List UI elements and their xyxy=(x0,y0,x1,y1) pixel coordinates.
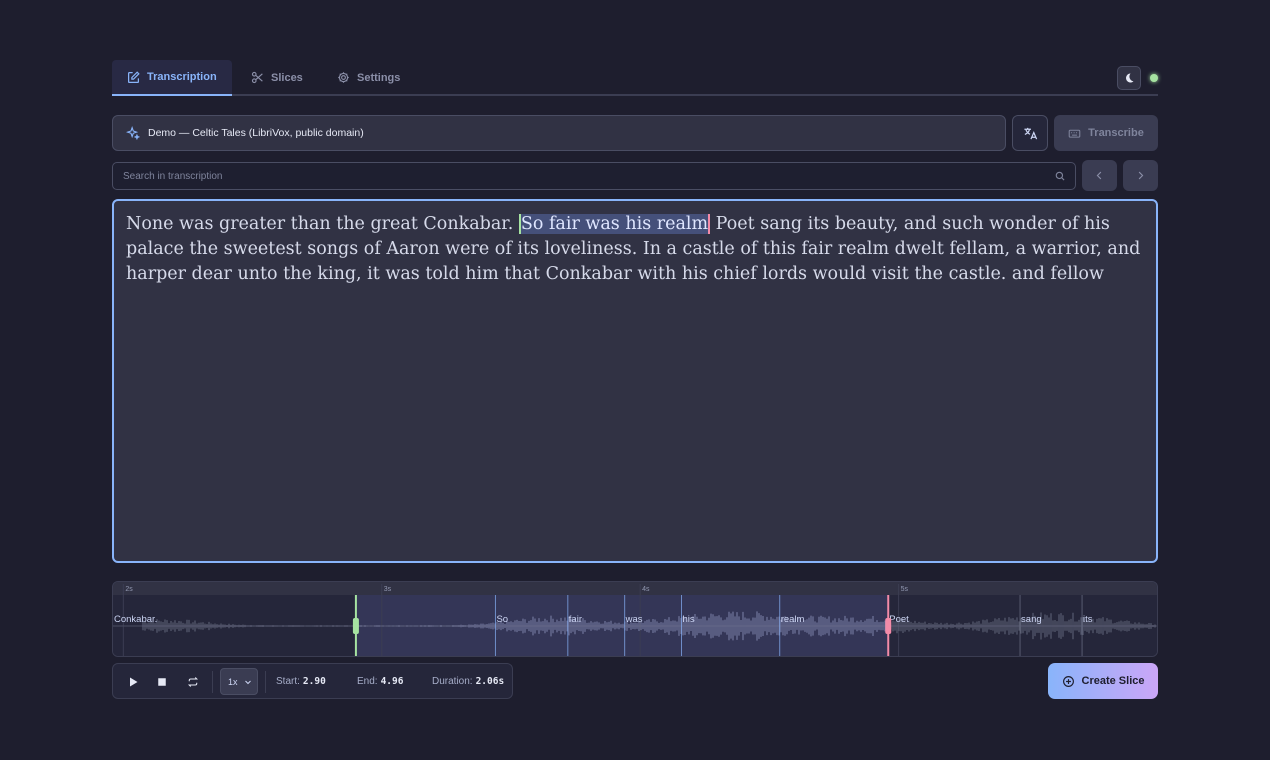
divider xyxy=(212,671,213,693)
connection-status-dot xyxy=(1150,74,1158,82)
word-label: So xyxy=(496,614,508,625)
tab-label: Settings xyxy=(357,71,401,84)
word-label: sang xyxy=(1021,614,1042,625)
transcript-text-before: None was greater than the great Conkabar… xyxy=(126,214,519,234)
plus-circle-icon xyxy=(1062,675,1074,687)
time-tick-label: 4s xyxy=(642,586,650,593)
word-label: fair xyxy=(569,614,582,625)
tab-slices[interactable]: Slices xyxy=(236,60,318,95)
speed-value: 1x xyxy=(228,676,238,687)
audio-source-select[interactable]: Demo — Celtic Tales (LibriVox, public do… xyxy=(112,115,1006,151)
start-time: Start: 2.90 xyxy=(276,676,326,687)
divider xyxy=(265,671,266,693)
chevron-down-icon xyxy=(245,680,251,684)
loop-icon xyxy=(187,677,199,687)
word-label: his xyxy=(683,614,695,625)
stop-icon xyxy=(158,678,166,686)
play-button[interactable] xyxy=(123,672,143,692)
previous-match-button[interactable] xyxy=(1082,160,1117,191)
playback-speed-select[interactable]: 1x xyxy=(220,668,258,695)
time-tick-label: 2s xyxy=(125,586,133,593)
keyboard-icon xyxy=(1068,129,1081,138)
end-time: End: 4.96 xyxy=(357,676,403,687)
end-time-value: 4.96 xyxy=(380,676,404,687)
time-tick-label: 3s xyxy=(384,586,392,593)
start-time-label: Start: xyxy=(276,676,300,687)
scissors-icon xyxy=(251,71,263,84)
search-icon xyxy=(1055,171,1065,181)
selection-start-grip[interactable] xyxy=(352,618,359,634)
word-label: its xyxy=(1083,614,1093,625)
word-label: was xyxy=(625,614,643,625)
waveform-timeline[interactable]: 2s 3s 4s 5s Conkabar. So fair was his realm Poet sa… xyxy=(112,581,1158,657)
transcription-editor[interactable]: None was greater than the great Conkabar… xyxy=(112,199,1158,563)
transcribe-label: Transcribe xyxy=(1088,127,1144,139)
word-label: Conkabar. xyxy=(114,614,157,625)
time-tick-label: 5s xyxy=(901,586,909,593)
play-icon xyxy=(130,677,138,687)
tab-label: Transcription xyxy=(147,71,217,83)
time-ruler xyxy=(113,582,1157,595)
audio-source-label: Demo — Celtic Tales (LibriVox, public do… xyxy=(148,127,364,139)
create-slice-button[interactable]: Create Slice xyxy=(1048,663,1158,699)
chevron-right-icon xyxy=(1138,171,1144,180)
translate-button[interactable] xyxy=(1012,115,1048,151)
gear-icon xyxy=(338,72,349,83)
tab-bar: Transcription Slices Settings xyxy=(112,60,1158,96)
tab-transcription[interactable]: Transcription xyxy=(112,60,232,96)
stop-button[interactable] xyxy=(152,672,172,692)
duration-label: Duration: xyxy=(432,676,473,687)
chevron-left-icon xyxy=(1096,171,1102,180)
theme-toggle-button[interactable] xyxy=(1117,66,1141,90)
duration: Duration: 2.06s xyxy=(432,676,504,687)
edit-icon xyxy=(128,70,140,83)
create-slice-label: Create Slice xyxy=(1081,675,1145,687)
start-time-value: 2.90 xyxy=(302,676,326,687)
playback-controls: 1x Start: 2.90 End: 4.96 Duration: 2.06s xyxy=(112,663,513,699)
selection-end-grip[interactable] xyxy=(885,618,892,634)
end-time-label: End: xyxy=(357,676,378,687)
transcribe-button[interactable]: Transcribe xyxy=(1054,115,1158,151)
transcript-selection[interactable]: So fair was his realm xyxy=(518,214,711,234)
moon-icon xyxy=(1126,73,1134,83)
sparkle-icon xyxy=(126,126,140,140)
word-label: realm xyxy=(781,614,805,625)
search-bar xyxy=(112,162,1076,190)
loop-button[interactable] xyxy=(183,672,203,692)
search-input[interactable] xyxy=(123,170,1055,182)
word-label: Poet xyxy=(889,614,909,625)
translate-icon xyxy=(1023,127,1037,139)
next-match-button[interactable] xyxy=(1123,160,1158,191)
tab-settings[interactable]: Settings xyxy=(322,60,415,95)
waveform-svg[interactable]: 2s 3s 4s 5s Conkabar. So fair was his realm Poet sa… xyxy=(113,582,1157,656)
tab-label: Slices xyxy=(271,71,303,84)
duration-value: 2.06s xyxy=(475,676,505,687)
